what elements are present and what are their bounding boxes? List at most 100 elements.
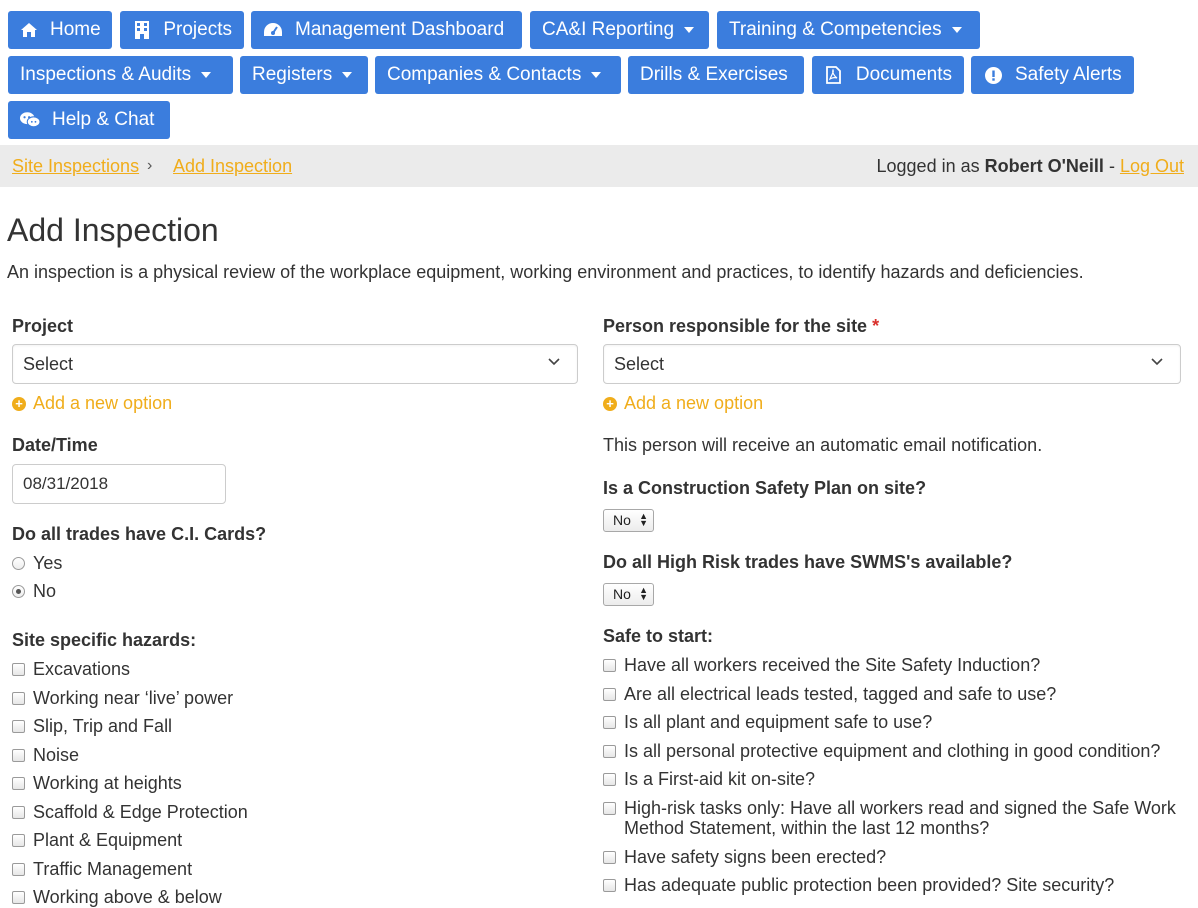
safe-checkbox-row[interactable]: Is a First-aid kit on-site?: [603, 769, 815, 790]
safe-item-label: Have safety signs been erected?: [624, 847, 887, 867]
hazards-label: Site specific hazards:: [12, 630, 197, 650]
exclamation-circle-icon: [983, 65, 1003, 85]
hazard-label: Plant & Equipment: [33, 830, 183, 850]
user-name: Robert O'Neill: [984, 156, 1104, 176]
safe-item-label: Are all electrical leads tested, tagged …: [624, 684, 1057, 704]
nav-companies-label: Companies & Contacts: [387, 64, 582, 85]
swms-select-value: No: [613, 586, 631, 602]
datetime-input[interactable]: 08/31/2018: [12, 464, 226, 504]
checkbox[interactable]: [12, 720, 25, 733]
checkbox[interactable]: [603, 688, 616, 701]
hazard-checkbox-row[interactable]: Noise: [12, 745, 79, 766]
checkbox[interactable]: [603, 879, 616, 892]
checkbox[interactable]: [12, 692, 25, 705]
nav-home-button[interactable]: Home: [8, 11, 112, 49]
hazard-checkbox-row[interactable]: Working above & below: [12, 887, 222, 908]
hazard-checkbox-row[interactable]: Plant & Equipment: [12, 830, 182, 851]
chevron-down-icon: [548, 358, 560, 366]
nav-inspections-label: Inspections & Audits: [20, 64, 192, 85]
project-select[interactable]: Select: [12, 344, 578, 384]
caret-down-icon: [201, 72, 212, 78]
ci-cards-no-radio[interactable]: No: [12, 581, 56, 602]
checkbox[interactable]: [603, 773, 616, 786]
nav-home-label: Home: [50, 19, 101, 40]
ci-cards-yes-radio[interactable]: Yes: [12, 553, 62, 574]
login-dash: -: [1108, 156, 1115, 176]
safe-checkbox-row[interactable]: Is all plant and equipment safe to use?: [603, 712, 932, 733]
checkbox[interactable]: [603, 659, 616, 672]
logged-in-as-text: Logged in as: [876, 156, 980, 176]
nav-management-dashboard-button[interactable]: Management Dashboard: [251, 11, 522, 49]
nav-safety-alerts-button[interactable]: Safety Alerts: [971, 56, 1134, 94]
person-responsible-select[interactable]: Select: [603, 344, 1181, 384]
checkbox[interactable]: [12, 806, 25, 819]
project-add-option-link[interactable]: + Add a new option: [12, 393, 172, 414]
radio-checked[interactable]: [12, 585, 25, 598]
hazard-label: Slip, Trip and Fall: [33, 716, 173, 736]
safe-checkbox-row[interactable]: Have all workers received the Site Safet…: [603, 655, 1040, 676]
hazard-checkbox-row[interactable]: Traffic Management: [12, 859, 192, 880]
checkbox[interactable]: [12, 834, 25, 847]
updown-arrows-icon: ▲ ▼: [639, 511, 648, 528]
safe-item-label: Is all plant and equipment safe to use?: [624, 712, 933, 732]
safe-checkbox-row[interactable]: Is all personal protective equipment and…: [603, 741, 1160, 762]
nav-help-chat-button[interactable]: Help & Chat: [8, 101, 170, 139]
nav-training-dropdown[interactable]: Training & Competencies: [717, 11, 980, 49]
nav-projects-label: Projects: [163, 19, 232, 40]
hazard-checkbox-row[interactable]: Excavations: [12, 659, 130, 680]
checkbox[interactable]: [12, 891, 25, 904]
nav-companies-dropdown[interactable]: Companies & Contacts: [375, 56, 621, 94]
project-add-option-label: Add a new option: [33, 393, 173, 413]
breadcrumb-separator: ›: [147, 157, 153, 174]
safe-checkbox-row[interactable]: High-risk tasks only: Have all workers r…: [603, 798, 1194, 838]
safe-checkbox-row[interactable]: Are all electrical leads tested, tagged …: [603, 684, 1056, 705]
hazard-checkbox-row[interactable]: Scaffold & Edge Protection: [12, 802, 248, 823]
hazard-label: Scaffold & Edge Protection: [33, 802, 248, 822]
nav-projects-button[interactable]: Projects: [120, 11, 244, 49]
hazard-checkbox-row[interactable]: Working near ‘live’ power: [12, 688, 233, 709]
nav-cai-reporting-dropdown[interactable]: CA&I Reporting: [530, 11, 709, 49]
checkbox[interactable]: [603, 745, 616, 758]
ci-cards-no-label: No: [33, 581, 57, 601]
hazard-label: Working near ‘live’ power: [33, 688, 234, 708]
person-note: This person will receive an automatic em…: [603, 435, 1043, 455]
hazard-label: Working above & below: [33, 887, 222, 907]
checkbox[interactable]: [603, 851, 616, 864]
hazard-checkbox-row[interactable]: Working at heights: [12, 773, 182, 794]
checkbox[interactable]: [12, 777, 25, 790]
nav-registers-label: Registers: [252, 64, 333, 85]
person-add-option-label: Add a new option: [624, 393, 764, 413]
csp-select-value: No: [613, 512, 631, 528]
safe-checkbox-row[interactable]: Has adequate public protection been prov…: [603, 875, 1114, 896]
safe-checkbox-row[interactable]: Have safety signs been erected?: [603, 847, 886, 868]
swms-select[interactable]: No ▲ ▼: [603, 583, 654, 606]
breadcrumb-site-inspections-link[interactable]: Site Inspections: [12, 145, 139, 187]
project-select-value: Select: [23, 354, 74, 374]
checkbox[interactable]: [12, 863, 25, 876]
nav-registers-dropdown[interactable]: Registers: [240, 56, 368, 94]
hazard-label: Noise: [33, 745, 80, 765]
person-responsible-label: Person responsible for the site *: [603, 316, 879, 337]
nav-drills-button[interactable]: Drills & Exercises: [628, 56, 804, 94]
nav-documents-button[interactable]: Documents: [812, 56, 964, 94]
checkbox[interactable]: [603, 716, 616, 729]
person-responsible-label-text: Person responsible for the site: [603, 316, 868, 336]
checkbox[interactable]: [603, 802, 616, 815]
nav-inspections-dropdown[interactable]: Inspections & Audits: [8, 56, 233, 94]
checkbox[interactable]: [12, 749, 25, 762]
nav-documents-label: Documents: [855, 64, 952, 85]
breadcrumb-add-inspection-link[interactable]: Add Inspection: [173, 145, 292, 187]
plus-circle-icon: +: [603, 396, 617, 411]
radio-unchecked[interactable]: [12, 557, 25, 570]
csp-label: Is a Construction Safety Plan on site?: [603, 478, 927, 498]
hazard-checkbox-row[interactable]: Slip, Trip and Fall: [12, 716, 172, 737]
logout-link[interactable]: Log Out: [1120, 156, 1184, 176]
page-intro: An inspection is a physical review of th…: [7, 262, 1084, 282]
csp-select[interactable]: No ▲ ▼: [603, 509, 654, 532]
caret-down-icon: [684, 27, 695, 33]
person-add-option-link[interactable]: + Add a new option: [603, 393, 763, 414]
checkbox[interactable]: [12, 663, 25, 676]
dashboard-icon: [263, 20, 283, 40]
caret-down-icon: [951, 27, 962, 33]
nav-management-dashboard-label: Management Dashboard: [295, 19, 505, 40]
